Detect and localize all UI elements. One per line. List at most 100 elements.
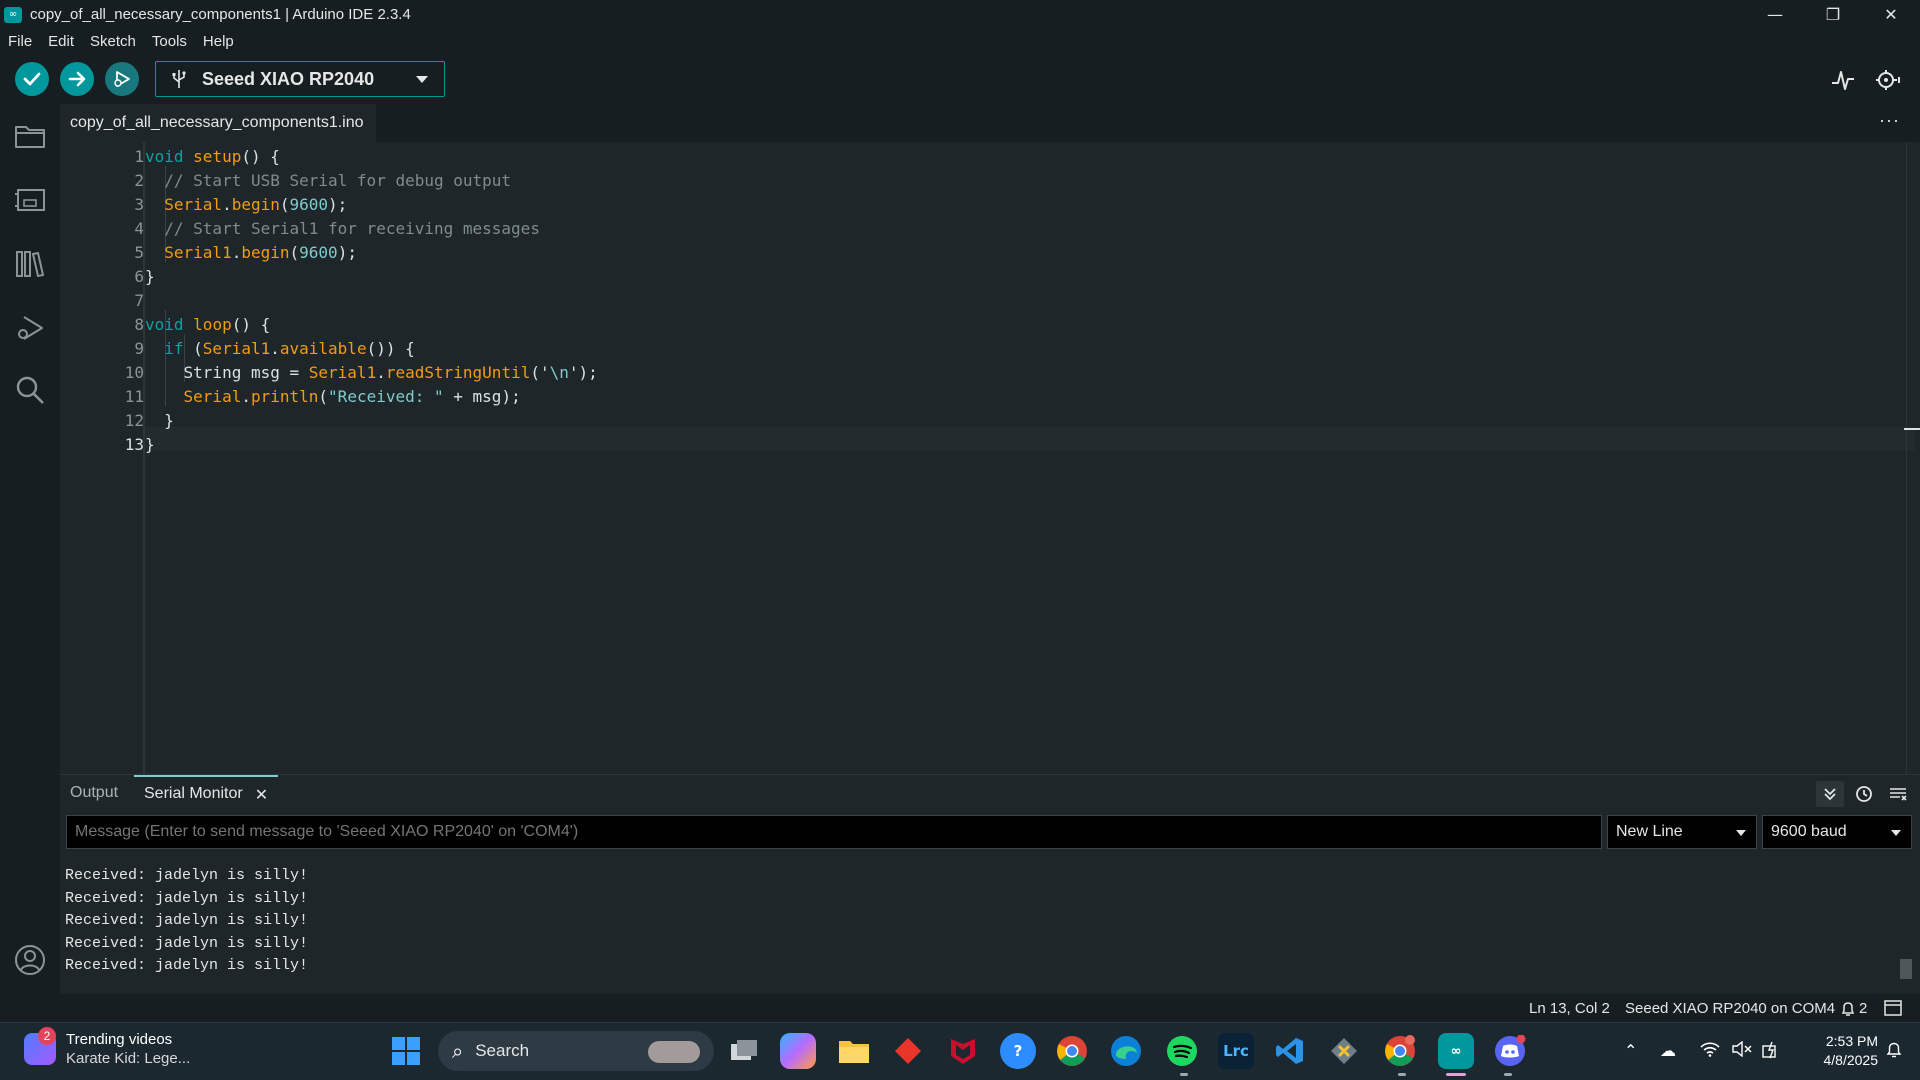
editor-scrollbar[interactable] — [1906, 142, 1920, 774]
chevron-down-icon — [1891, 830, 1901, 836]
edge-icon[interactable] — [1108, 1033, 1144, 1069]
activity-sidebar — [0, 104, 60, 1022]
menu-sketch[interactable]: Sketch — [90, 33, 136, 50]
code-token: . — [241, 387, 251, 406]
file-explorer-icon[interactable] — [836, 1033, 872, 1069]
wifi-icon[interactable] — [1700, 1041, 1720, 1061]
taskbar-search[interactable]: ⌕ Search — [438, 1031, 714, 1071]
code-line[interactable]: Serial1.begin(9600); — [145, 241, 357, 265]
sketchbook-folder-icon[interactable] — [12, 118, 48, 154]
tab-serial-monitor[interactable]: Serial Monitor ✕ — [134, 775, 279, 811]
menu-file[interactable]: File — [8, 33, 32, 50]
search-highlight-image — [648, 1041, 700, 1063]
boards-manager-icon[interactable] — [12, 182, 48, 218]
spotify-icon[interactable] — [1164, 1033, 1200, 1069]
window-title: copy_of_all_necessary_components1 | Ardu… — [30, 6, 411, 23]
baud-rate-select[interactable]: 9600 baud — [1762, 815, 1912, 849]
library-manager-icon[interactable] — [12, 246, 48, 282]
code-line[interactable]: Serial.begin(9600); — [145, 193, 347, 217]
minimize-button[interactable]: — — [1746, 0, 1804, 29]
serial-plotter-button[interactable] — [1829, 66, 1857, 94]
task-view-icon[interactable] — [726, 1033, 762, 1069]
toolbar: Seeed XIAO RP2040 — [0, 54, 1920, 104]
code-line[interactable]: void setup() { — [145, 145, 280, 169]
autoscroll-button[interactable] — [1816, 781, 1844, 807]
notification-center-icon[interactable] — [1885, 1041, 1903, 1063]
code-line[interactable]: } — [145, 265, 155, 289]
show-hidden-icons-chevron-up-icon[interactable]: ⌃ — [1624, 1041, 1637, 1060]
code-line[interactable]: if (Serial1.available()) { — [145, 337, 414, 361]
code-line[interactable]: String msg = Serial1.readStringUntil('\n… — [145, 361, 598, 385]
debugger-icon[interactable] — [12, 310, 48, 346]
code-line[interactable]: void loop() { — [145, 313, 270, 337]
menu-help[interactable]: Help — [203, 33, 234, 50]
close-icon[interactable]: ✕ — [255, 785, 268, 804]
toggle-panel-button[interactable] — [1884, 1000, 1902, 1020]
code-line[interactable]: // Start USB Serial for debug output — [145, 169, 511, 193]
discord-icon[interactable] — [1492, 1033, 1528, 1069]
code-token: . — [376, 363, 386, 382]
line-number: 12 — [124, 411, 144, 430]
line-number: 1 — [134, 147, 144, 166]
vscode-icon[interactable] — [1272, 1033, 1308, 1069]
clear-output-button[interactable] — [1884, 781, 1912, 807]
current-line-highlight — [145, 427, 1915, 451]
menu-tools[interactable]: Tools — [152, 33, 187, 50]
arduino-ide-icon[interactable]: ∞ — [1438, 1033, 1474, 1069]
system-clock[interactable]: 2:53 PM 4/8/2025 — [1808, 1032, 1879, 1070]
board-port-status[interactable]: Seeed XIAO RP2040 on COM4 — [1625, 1000, 1835, 1017]
line-ending-select[interactable]: New Line — [1607, 815, 1757, 849]
code-token: ( — [318, 387, 329, 406]
chrome-icon[interactable] — [1054, 1033, 1090, 1069]
line-number: 5 — [134, 243, 144, 262]
active-app-indicator — [1446, 1073, 1466, 1076]
lightroom-classic-icon[interactable]: Lrc — [1218, 1033, 1254, 1069]
verify-button[interactable] — [15, 62, 49, 96]
help-icon[interactable]: ? — [1000, 1033, 1036, 1069]
code-token: } — [145, 435, 155, 454]
mcafee-shield-icon[interactable] — [945, 1033, 981, 1069]
upload-button[interactable] — [60, 62, 94, 96]
cursor-position[interactable]: Ln 13, Col 2 — [1529, 1000, 1610, 1017]
windows-start-icon[interactable] — [388, 1033, 424, 1069]
notifications-button[interactable]: 2 — [1841, 1000, 1867, 1017]
news-widget[interactable]: 2 Trending videos Karate Kid: Lege... — [24, 1027, 190, 1067]
code-editor[interactable]: 1 2 3 4 5 6 7 8 9 10 11 12 13 void setup() { // Star… — [60, 142, 1920, 774]
app-red-diamond-icon[interactable] — [890, 1033, 926, 1069]
close-window-button[interactable]: ✕ — [1862, 0, 1920, 29]
line-number: 6 — [134, 267, 144, 286]
chrome-profile-icon[interactable] — [1382, 1033, 1418, 1069]
account-icon[interactable] — [12, 942, 48, 978]
restore-button[interactable]: ❐ — [1804, 0, 1862, 29]
line-number: 7 — [134, 291, 144, 310]
onedrive-cloud-icon[interactable]: ☁ — [1660, 1041, 1676, 1060]
output-scrollbar[interactable] — [1900, 959, 1912, 979]
code-line[interactable]: // Start Serial1 for receiving messages — [145, 217, 540, 241]
search-icon[interactable] — [12, 372, 48, 408]
code-line[interactable]: } — [145, 433, 155, 457]
menu-edit[interactable]: Edit — [48, 33, 74, 50]
code-line[interactable]: } — [145, 409, 174, 433]
clock-time: 2:53 PM — [1825, 1033, 1878, 1049]
file-tab[interactable]: copy_of_all_necessary_components1.ino — [60, 104, 376, 142]
arduino-logo-icon: ∞ — [4, 6, 22, 23]
search-label: Search — [475, 1041, 530, 1060]
git-tool-icon[interactable] — [1326, 1033, 1362, 1069]
search-icon: ⌕ — [452, 1039, 464, 1063]
more-actions-icon[interactable]: ··· — [1879, 110, 1900, 131]
board-selector[interactable]: Seeed XIAO RP2040 — [155, 61, 445, 97]
battery-charging-icon[interactable] — [1762, 1041, 1782, 1063]
serial-message-input[interactable] — [66, 815, 1602, 849]
debug-button[interactable] — [105, 62, 139, 96]
output-line: Received: jadelyn is silly! — [65, 889, 309, 907]
widgets-icon: 2 — [24, 1027, 56, 1065]
copilot-icon[interactable] — [780, 1033, 816, 1069]
volume-muted-icon[interactable] — [1732, 1040, 1752, 1061]
tab-output[interactable]: Output — [70, 775, 118, 811]
code-line[interactable]: Serial.println("Received: " + msg); — [145, 385, 521, 409]
code-token: 9600 — [289, 195, 329, 214]
serial-monitor-button[interactable] — [1874, 66, 1902, 94]
timestamp-button[interactable] — [1850, 781, 1878, 807]
